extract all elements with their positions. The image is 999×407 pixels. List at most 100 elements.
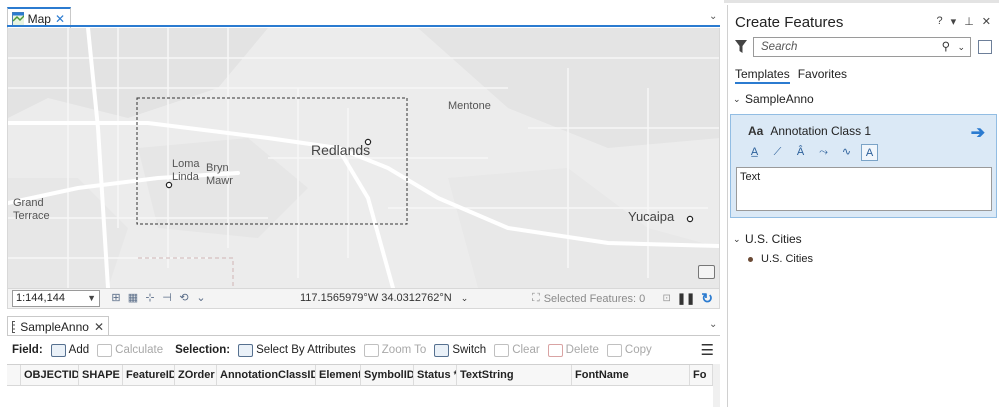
column-header[interactable]: AnnotationClassID * [217, 365, 316, 385]
scale-dropdown[interactable]: 1:144,144 ▼ [12, 290, 100, 307]
column-header[interactable]: SymbolID [361, 365, 414, 385]
clear-button[interactable]: Clear [494, 343, 540, 357]
close-icon[interactable]: ✕ [982, 15, 991, 28]
map-icon [12, 11, 24, 26]
template-annotation-class-1[interactable]: Aa Annotation Class 1 ➔ A̲ ⟋ Â ⤳ ∿ A Tex… [730, 114, 997, 218]
map-pane: Map ✕ ⌄ Loma Linda Bryn Mawr Redlands Me… [0, 0, 724, 407]
switch-button[interactable]: Switch [434, 343, 487, 357]
chevron-down-icon[interactable]: ⌄ [957, 38, 965, 56]
refresh-icon[interactable]: ↻ [701, 290, 713, 307]
selection-label: Selection: [175, 344, 231, 356]
delete-icon [547, 343, 563, 357]
template-header: Aa Annotation Class 1 [748, 124, 871, 138]
table-tab-bar: SampleAnno ✕ ⌄ [0, 314, 724, 336]
map-label-mentone: Mentone [448, 100, 491, 112]
map-label-grand-terrace: Grand Terrace [13, 197, 50, 222]
search-icon[interactable]: ⚲ [942, 38, 950, 56]
leader-line-icon[interactable]: ⤳ [815, 144, 832, 161]
chevron-down-icon[interactable]: ⌄ [709, 11, 717, 22]
map-label-yucaipa: Yucaipa [628, 209, 675, 224]
search-input[interactable]: Search ⚲ ⌄ [753, 37, 971, 57]
chevron-down-icon[interactable]: ▾ [951, 15, 957, 28]
select-by-attributes-label: Select By Attributes [256, 344, 356, 356]
basemap [8, 28, 719, 288]
copy-label: Copy [624, 344, 652, 356]
layer-group-label: SampleAnno [745, 92, 814, 106]
arrow-right-icon[interactable]: ➔ [971, 123, 985, 143]
panel-tabs: Templates Favorites [735, 67, 847, 84]
calculator-icon [97, 343, 113, 357]
template-name: U.S. Cities [761, 253, 813, 265]
manage-templates-icon[interactable] [978, 40, 992, 54]
chevron-down-icon[interactable]: ⌄ [709, 319, 717, 330]
layer-group-sampleanno[interactable]: ⌄ SampleAnno [733, 92, 814, 106]
add-field-label: Add [68, 344, 90, 356]
switch-selection-icon [434, 343, 450, 357]
copy-icon [606, 343, 622, 357]
close-icon[interactable]: ✕ [55, 12, 65, 26]
straight-text-icon[interactable]: ⟋ [769, 144, 786, 161]
add-field-button[interactable]: Add [50, 343, 90, 357]
coordinate-text: 117.1565979°W 34.0312762°N [300, 292, 452, 304]
column-header[interactable]: FeatureID [123, 365, 175, 385]
column-header[interactable]: ZOrder [175, 365, 217, 385]
calculate-button[interactable]: Calculate [97, 343, 163, 357]
template-us-cities[interactable]: U.S. Cities [748, 253, 813, 265]
table-header: OBJECTID * SHAPE * FeatureID ZOrder Anno… [7, 365, 713, 386]
column-header[interactable]: Fo [690, 365, 713, 385]
tab-templates[interactable]: Templates [735, 67, 790, 84]
chevron-down-icon: ⌄ [733, 233, 741, 244]
hamburger-menu-icon[interactable]: ☰ [701, 341, 714, 359]
close-icon[interactable]: ✕ [94, 320, 104, 334]
pin-icon[interactable]: ⊥ [964, 15, 974, 28]
selection-icon: ⛶ [532, 292, 540, 304]
zoom-to-icon [363, 343, 379, 357]
pane-controls: ? ▾ ⊥ ✕ [937, 15, 991, 28]
constraint-icon[interactable]: ⊣ [160, 291, 174, 305]
pause-icon[interactable]: ❚❚ [677, 292, 695, 305]
map-label-redlands: Redlands [311, 142, 371, 158]
column-header[interactable]: Element [316, 365, 361, 385]
chevron-down-icon: ⌄ [460, 293, 469, 303]
grid-snap-icon[interactable]: ⊞ [109, 291, 123, 305]
add-field-icon [50, 343, 66, 357]
select-by-attributes-icon [238, 343, 254, 357]
snapping-tools: ⊞ ▦ ⊹ ⊣ ⟲ ⌄ [109, 291, 208, 305]
select-by-attributes-button[interactable]: Select By Attributes [238, 343, 356, 357]
search-placeholder: Search [761, 41, 798, 53]
chevron-down-icon: ▼ [87, 293, 96, 303]
column-header[interactable]: SHAPE * [79, 365, 123, 385]
switch-label: Switch [452, 344, 487, 356]
chevron-down-icon[interactable]: ⌄ [194, 291, 208, 305]
horizontal-text-icon[interactable]: A̲ [746, 144, 763, 161]
filter-icon[interactable] [735, 40, 747, 54]
tab-favorites[interactable]: Favorites [798, 67, 847, 84]
column-header[interactable]: Status * [414, 365, 457, 385]
copy-button[interactable]: Copy [606, 343, 652, 357]
zoom-to-button[interactable]: Zoom To [363, 343, 427, 357]
zoom-to-label: Zoom To [381, 344, 427, 356]
map-label-bryn-mawr: Bryn Mawr [206, 162, 233, 187]
vertical-scrollbar[interactable] [713, 364, 720, 407]
column-header[interactable]: TextString [457, 365, 572, 385]
field-group: Field: [12, 344, 43, 356]
map-tab-bar: Map ✕ ⌄ [0, 5, 724, 28]
curved-text-icon[interactable]: Â [792, 144, 809, 161]
table-grid-icon[interactable]: ▦ [126, 291, 140, 305]
snapping-icon[interactable]: ⊹ [143, 291, 157, 305]
annotation-text-field[interactable]: Text [736, 167, 992, 211]
follow-feature-icon[interactable]: ∿ [838, 144, 855, 161]
delete-button[interactable]: Delete [547, 343, 599, 357]
column-header[interactable]: OBJECTID * [21, 365, 79, 385]
delete-label: Delete [565, 344, 599, 356]
bookmarks-icon[interactable] [698, 265, 715, 279]
correction-icon[interactable]: ⟲ [177, 291, 191, 305]
tab-sampleanno[interactable]: SampleAnno ✕ [7, 316, 109, 336]
coordinate-readout[interactable]: 117.1565979°W 34.0312762°N ⌄ [300, 292, 468, 304]
map-view[interactable]: Loma Linda Bryn Mawr Redlands Mentone Gr… [7, 28, 720, 288]
help-icon[interactable]: ? [937, 15, 943, 28]
edit-text-icon[interactable]: A [861, 144, 878, 161]
filter-icon[interactable]: ⊡ [662, 293, 670, 304]
column-header[interactable]: FontName [572, 365, 690, 385]
layer-group-us-cities[interactable]: ⌄ U.S. Cities [733, 232, 802, 246]
